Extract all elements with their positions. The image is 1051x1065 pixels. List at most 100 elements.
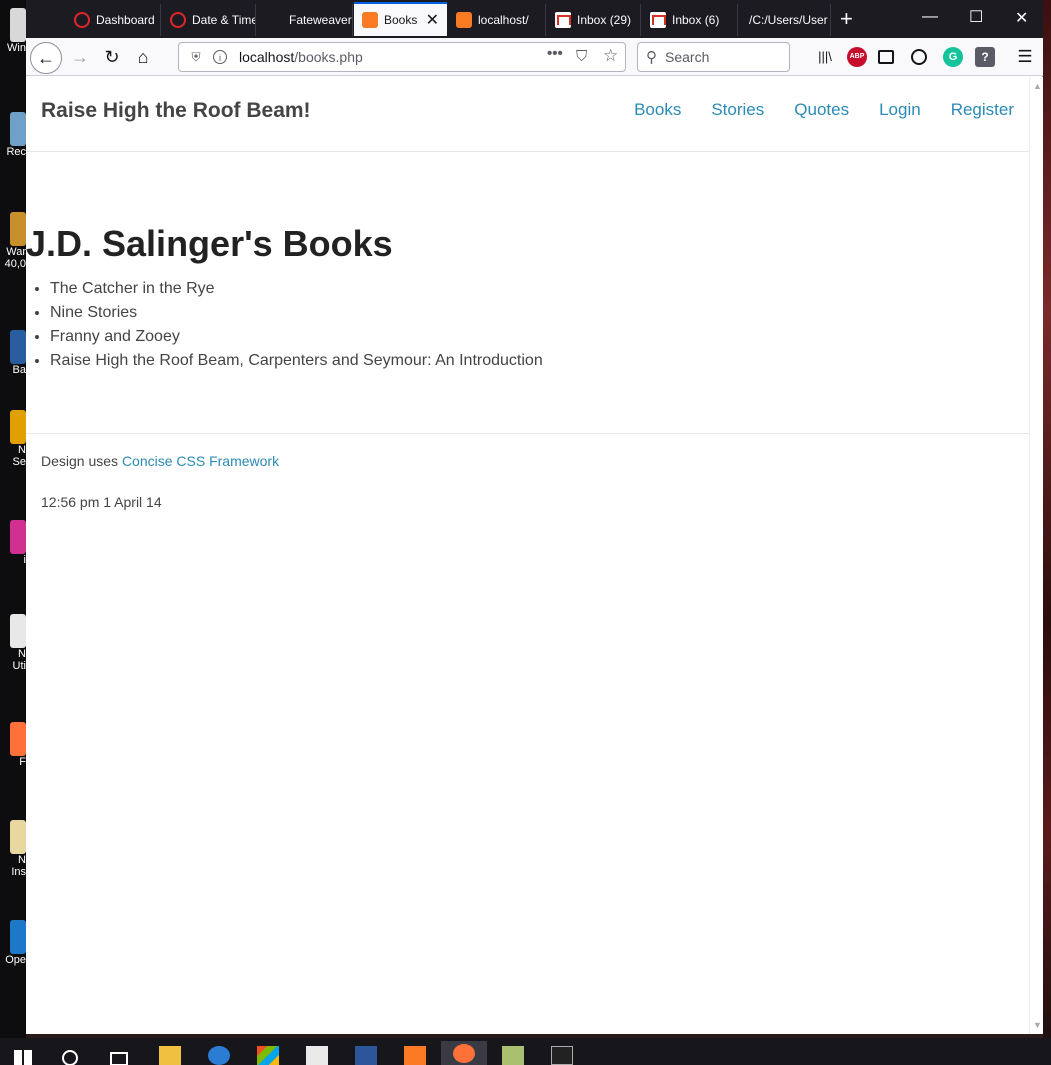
maximize-icon[interactable]: ☐: [969, 7, 983, 27]
nav-link-register[interactable]: Register: [951, 100, 1014, 120]
sidebar-icon[interactable]: [878, 50, 894, 64]
site-header: Raise High the Roof Beam! Books Stories …: [26, 77, 1029, 152]
shortcut-icon: [10, 520, 26, 554]
desktop-wallpaper: [1043, 0, 1051, 1038]
shortcut-icon: [10, 330, 26, 364]
xampp-icon: [456, 12, 472, 28]
list-item: Nine Stories: [50, 303, 543, 327]
file-explorer-icon[interactable]: [159, 1046, 181, 1065]
page-title: J.D. Salinger's Books: [26, 223, 393, 264]
desktop-icon[interactable]: Ope: [0, 920, 26, 966]
desktop-icon-label: F: [19, 756, 26, 768]
scroll-up-icon[interactable]: ▲: [1033, 81, 1042, 91]
desktop-icon[interactable]: Rec: [0, 112, 26, 158]
desktop-icon[interactable]: i: [0, 520, 26, 566]
tab-label: Inbox (6): [672, 13, 720, 27]
reload-icon[interactable]: ↻: [98, 44, 126, 70]
desktop-icon-label: Ope: [5, 954, 26, 966]
adblock-plus-icon[interactable]: ABP: [847, 47, 867, 67]
tab-date-time[interactable]: Date & Time: [162, 4, 256, 36]
nav-link-login[interactable]: Login: [879, 100, 921, 120]
desktop-icon-label: War 40,0: [4, 246, 26, 270]
tab-dashboard[interactable]: Dashboard: [66, 4, 161, 36]
nav-link-quotes[interactable]: Quotes: [794, 100, 849, 120]
windows-start-icon[interactable]: [14, 1050, 32, 1065]
desktop-icon[interactable]: N Uti: [0, 614, 26, 672]
site-nav: Books Stories Quotes Login Register: [634, 100, 1029, 120]
account-icon[interactable]: [911, 49, 927, 65]
tab-label: Fateweaver: [289, 13, 352, 27]
help-icon[interactable]: ?: [975, 47, 995, 67]
desktop-icon-label: N Ins: [11, 854, 26, 878]
minimize-icon[interactable]: —: [922, 8, 938, 26]
task-view-icon[interactable]: [110, 1052, 128, 1065]
desktop-icon[interactable]: Win: [0, 8, 26, 54]
tab-fateweaver[interactable]: Fateweaver: [257, 4, 353, 36]
store-icon[interactable]: [257, 1046, 279, 1065]
desktop-icon[interactable]: War 40,0: [0, 212, 26, 270]
page-actions-icon[interactable]: •••: [547, 45, 563, 62]
shortcut-icon: [10, 920, 26, 954]
url-host: localhost: [239, 49, 295, 65]
desktop-icon-strip: Win Rec War 40,0 Ba N Se i N Uti F N Ins…: [0, 0, 26, 1038]
forward-arrow-icon[interactable]: →: [66, 44, 94, 70]
tab-label: Books: [384, 13, 418, 27]
url-text[interactable]: localhost/books.php: [239, 49, 363, 65]
terminal-icon[interactable]: [551, 1046, 573, 1065]
bookmark-star-icon[interactable]: ☆: [603, 46, 618, 66]
nav-link-books[interactable]: Books: [634, 100, 681, 120]
tab-label: Inbox (29): [577, 13, 632, 27]
desktop-icon[interactable]: N Ins: [0, 820, 26, 878]
shortcut-icon: [10, 410, 26, 444]
browser-window: Dashboard Date & Time Fateweaver Books ✕ …: [26, 0, 1043, 1034]
scroll-down-icon[interactable]: ▼: [1033, 1020, 1042, 1030]
info-icon[interactable]: i: [213, 50, 227, 64]
new-tab-icon[interactable]: +: [840, 7, 853, 31]
tab-books[interactable]: Books ✕: [354, 2, 447, 36]
desktop-icon[interactable]: F: [0, 722, 26, 768]
tab-bar: Dashboard Date & Time Fateweaver Books ✕ …: [26, 0, 1043, 38]
tab-label: localhost/: [478, 13, 529, 27]
notepad-plus-icon[interactable]: [502, 1046, 524, 1065]
tab-inbox-6[interactable]: Inbox (6): [642, 4, 738, 36]
tab-localhost[interactable]: localhost/: [448, 4, 546, 36]
search-icon[interactable]: [62, 1050, 78, 1065]
opera-icon: [170, 12, 186, 28]
url-bar[interactable]: ⛨ i localhost/books.php ••• ⛉ ☆: [178, 42, 626, 72]
pocket-icon[interactable]: ⛉: [576, 48, 587, 65]
desktop-icon-image: [10, 212, 26, 246]
xampp-icon[interactable]: [404, 1046, 426, 1065]
vertical-scrollbar[interactable]: ▲ ▼: [1029, 77, 1043, 1034]
tab-file-path[interactable]: /C:/Users/User: [739, 4, 831, 36]
close-tab-icon[interactable]: ✕: [426, 10, 439, 30]
shield-icon[interactable]: ⛨: [189, 50, 203, 64]
nav-link-stories[interactable]: Stories: [711, 100, 764, 120]
list-item: Franny and Zooey: [50, 327, 543, 351]
footer-credit-text: Design uses: [41, 453, 122, 469]
library-icon[interactable]: |||\: [815, 47, 835, 67]
gmail-icon: [555, 12, 571, 28]
word-icon[interactable]: [355, 1046, 377, 1065]
gmail-icon: [650, 12, 666, 28]
list-item: The Catcher in the Rye: [50, 279, 543, 303]
home-icon[interactable]: ⌂: [129, 44, 157, 70]
edge-icon[interactable]: [208, 1046, 230, 1065]
window-close-icon[interactable]: ✕: [1015, 8, 1028, 28]
hamburger-menu-icon[interactable]: ☰: [1015, 47, 1035, 67]
site-title[interactable]: Raise High the Roof Beam!: [41, 99, 311, 123]
firefox-taskbar-button[interactable]: [441, 1041, 487, 1065]
concise-css-link[interactable]: Concise CSS Framework: [122, 453, 279, 469]
web-page: Raise High the Roof Beam! Books Stories …: [26, 77, 1029, 1034]
mail-icon[interactable]: [306, 1046, 328, 1065]
desktop-icon-image: [10, 8, 26, 42]
search-input[interactable]: ⚲ Search: [637, 42, 790, 72]
list-item: Raise High the Roof Beam, Carpenters and…: [50, 351, 543, 375]
tab-inbox-29[interactable]: Inbox (29): [547, 4, 641, 36]
desktop-icon[interactable]: Ba: [0, 330, 26, 376]
grammarly-icon[interactable]: G: [943, 47, 963, 67]
opera-icon: [74, 12, 90, 28]
xampp-icon: [362, 12, 378, 28]
back-arrow-icon[interactable]: ←: [30, 42, 62, 74]
desktop-icon-label: N Se: [12, 444, 26, 468]
desktop-icon[interactable]: N Se: [0, 410, 26, 468]
